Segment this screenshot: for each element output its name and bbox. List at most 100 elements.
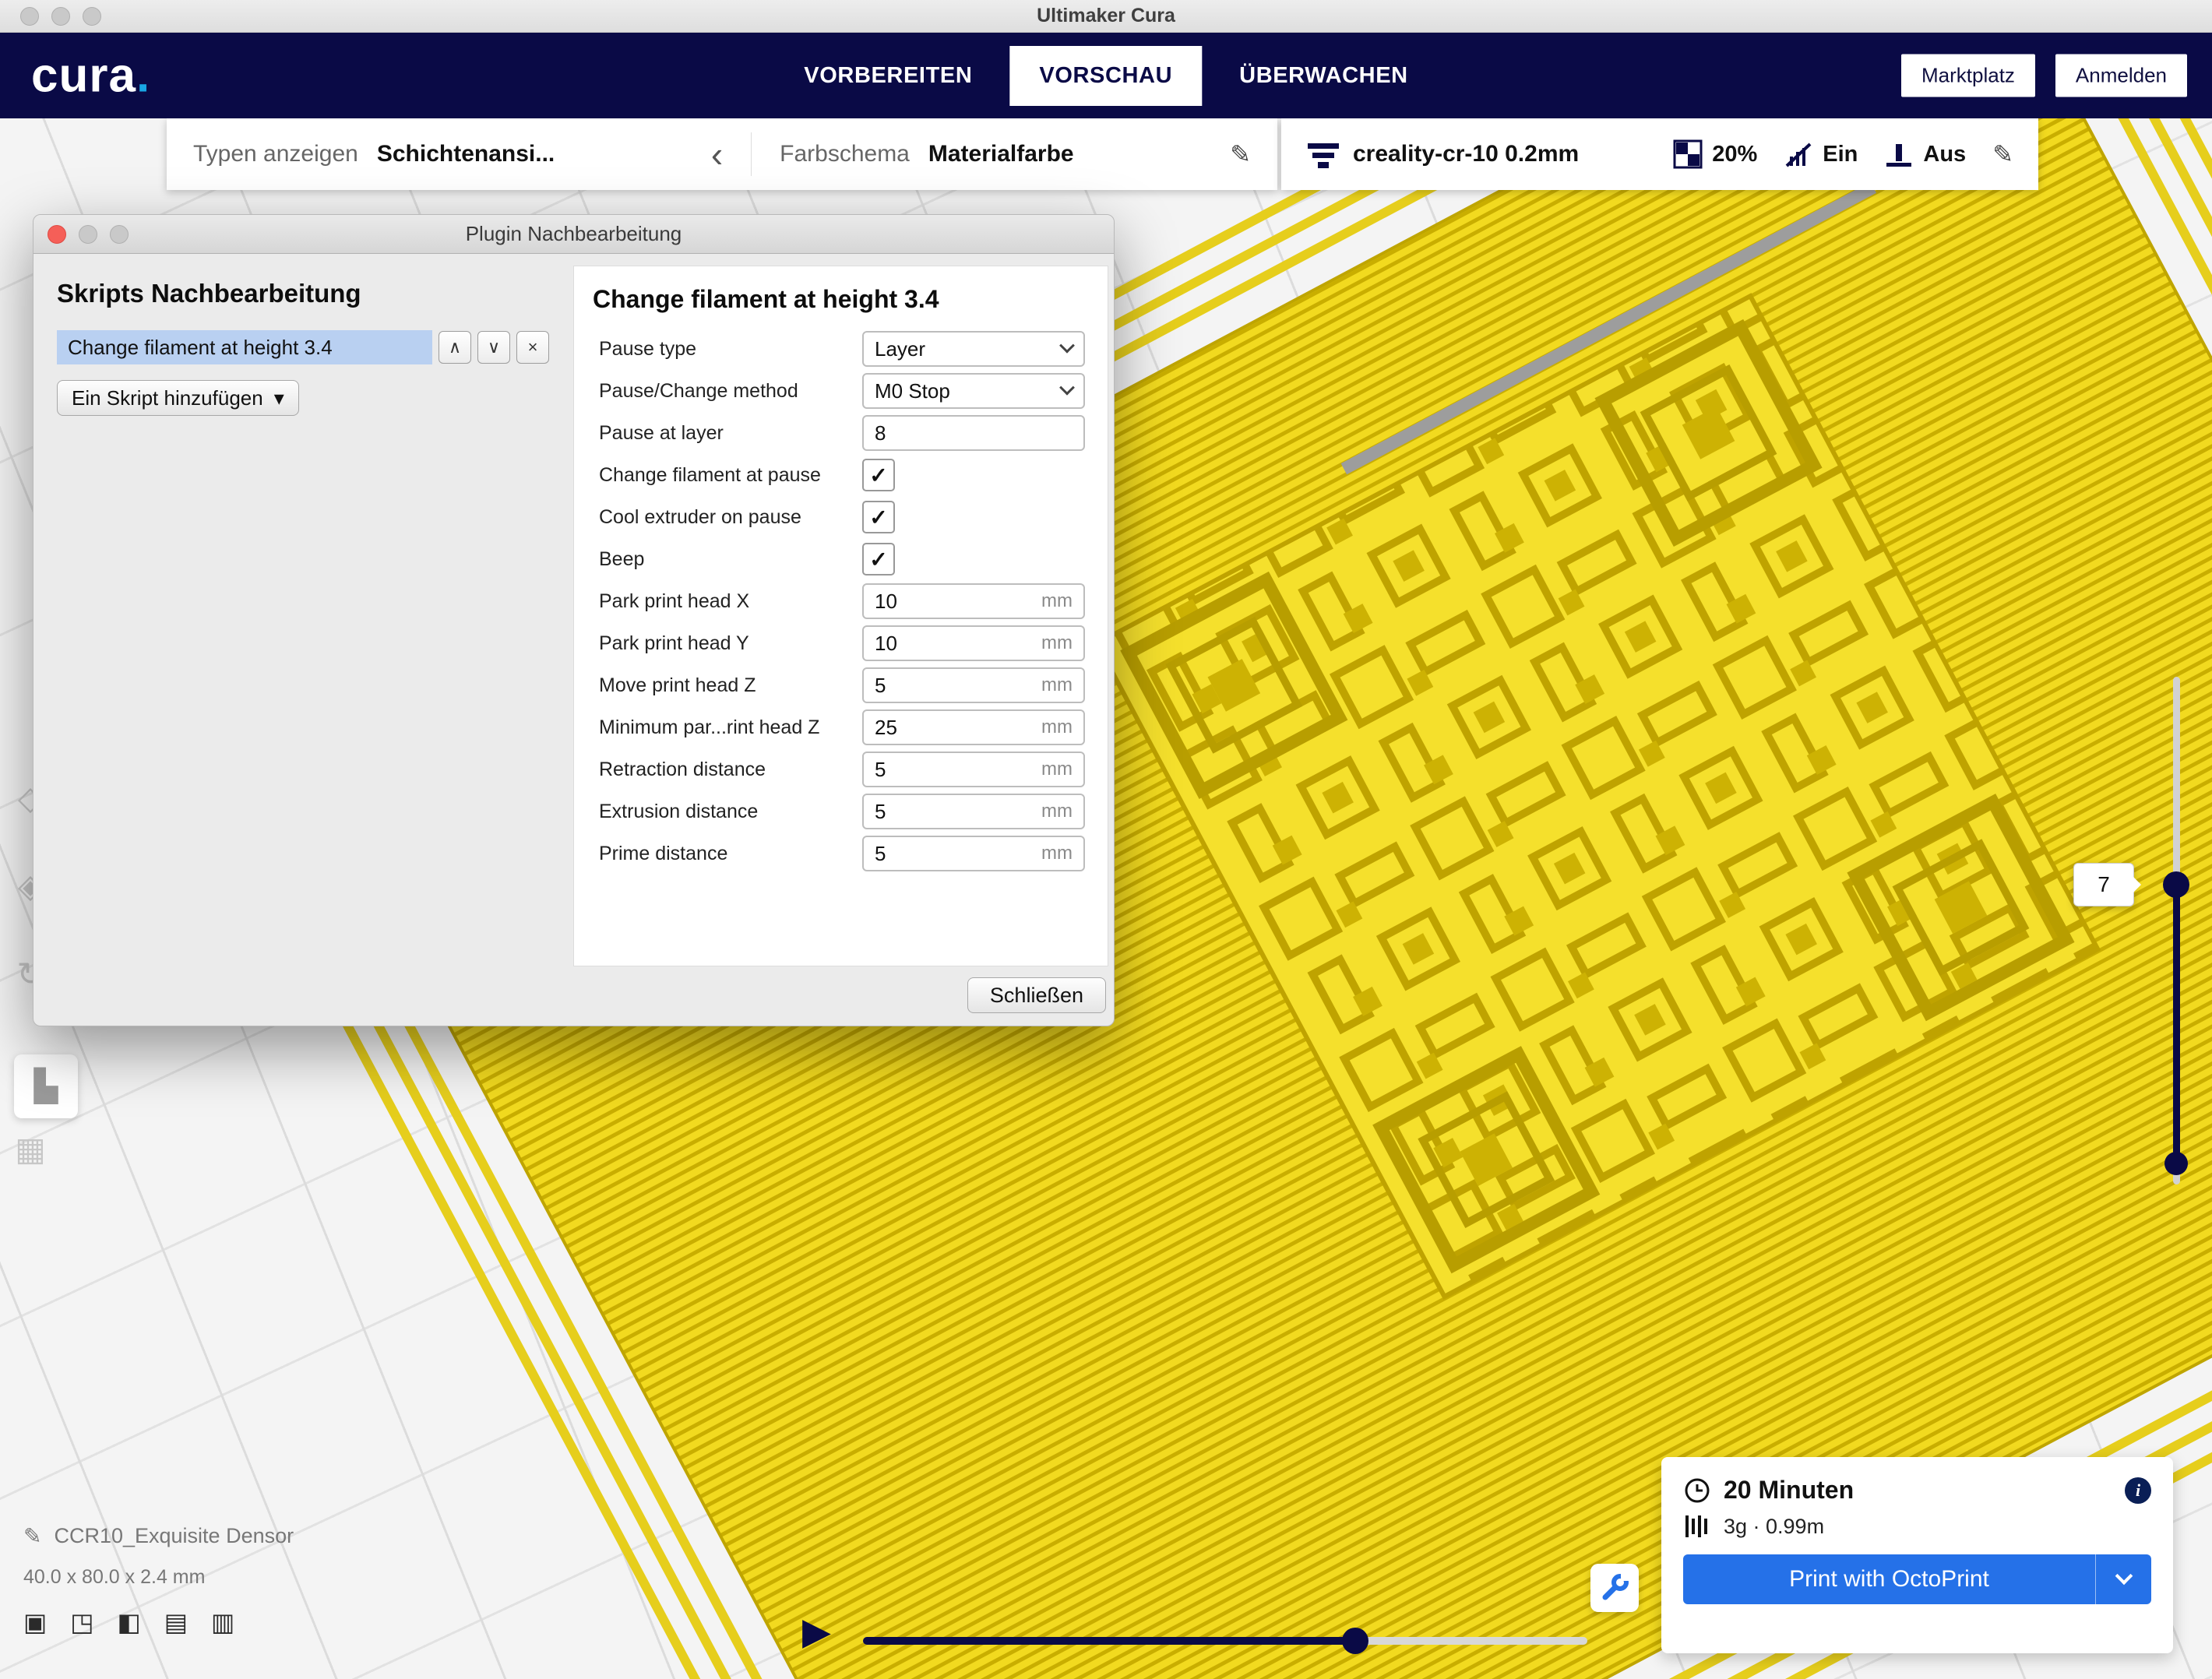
object-icon[interactable]: ▥ — [211, 1607, 234, 1637]
layer-slider-range[interactable] — [2173, 884, 2180, 1164]
field-input[interactable]: 10mm — [862, 583, 1085, 619]
field-checkbox[interactable]: ✓ — [862, 501, 895, 533]
dialog-window-controls — [48, 225, 129, 244]
tab-prepare[interactable]: VORBEREITEN — [774, 46, 1002, 106]
dialog-close-icon[interactable] — [48, 225, 66, 244]
script-settings-heading: Change filament at height 3.4 — [590, 285, 1092, 314]
minimize-window-icon[interactable] — [51, 7, 70, 26]
close-window-icon[interactable] — [20, 7, 39, 26]
tab-preview[interactable]: VORSCHAU — [1009, 46, 1202, 106]
signin-button[interactable]: Anmelden — [2055, 55, 2187, 97]
layer-slider-lower-handle[interactable] — [2164, 1152, 2188, 1175]
field-label: Park print head Y — [590, 632, 862, 655]
add-script-label: Ein Skript hinzufügen — [72, 386, 263, 410]
field-input[interactable]: 5mm — [862, 794, 1085, 829]
print-with-octoprint-button[interactable]: Print with OctoPrint — [1683, 1554, 2151, 1604]
field-label: Minimum par...rint head Z — [590, 716, 862, 739]
settings-field-row: Pause typeLayer — [590, 328, 1092, 370]
field-input[interactable]: 5 mm — [862, 667, 1085, 703]
model-name: CCR10_Exquisite Densor — [54, 1524, 294, 1548]
object-icon[interactable]: ◧ — [117, 1607, 140, 1637]
settings-field-row: Prime distance5mm — [590, 832, 1092, 875]
print-settings-card[interactable]: creality-cr-10 0.2mm 20% Ein Aus ✎ — [1281, 118, 2038, 190]
unit-label: mm — [1041, 801, 1073, 822]
logo-dot: . — [136, 49, 150, 103]
chevron-down-icon — [2115, 1567, 2133, 1585]
field-label: Pause/Change method — [590, 380, 862, 403]
close-dialog-button[interactable]: Schließen — [967, 977, 1106, 1013]
unit-label: mm — [1041, 590, 1073, 612]
settings-field-row: Move print head Z5mm — [590, 664, 1092, 706]
per-model-settings-icon[interactable]: ▦ — [15, 1130, 46, 1168]
move-script-down-button[interactable]: ∨ — [477, 331, 510, 364]
field-checkbox[interactable]: ✓ — [862, 459, 895, 491]
rename-pencil-icon[interactable]: ✎ — [23, 1523, 41, 1549]
divider — [751, 132, 752, 176]
view-type-value[interactable]: Schichtenansi... — [377, 141, 555, 167]
unit-label: mm — [1041, 674, 1073, 696]
unit-label: mm — [1041, 632, 1073, 654]
model-name-row: ✎ CCR10_Exquisite Densor — [23, 1523, 294, 1549]
play-button[interactable]: ▶ — [802, 1614, 831, 1651]
move-script-up-button[interactable]: ∧ — [439, 331, 471, 364]
field-select[interactable]: Layer — [862, 331, 1085, 367]
current-layer-badge: 7 — [2073, 863, 2134, 906]
field-input[interactable]: 10mm — [862, 625, 1085, 661]
print-job-card: 20 Minuten i 3g · 0.99m Print with OctoP… — [1661, 1457, 2173, 1653]
model-dimensions: 40.0 x 80.0 x 2.4 mm — [23, 1566, 294, 1589]
field-label: Extrusion distance — [590, 801, 862, 823]
object-icon[interactable]: ▤ — [164, 1607, 188, 1637]
edit-print-settings-icon[interactable]: ✎ — [1992, 139, 2013, 169]
layer-view-button[interactable]: ▙ — [14, 1054, 78, 1118]
adhesion-setting[interactable]: Aus — [1884, 139, 1966, 169]
field-label: Pause type — [590, 338, 862, 361]
infill-setting[interactable]: 20% — [1673, 139, 1757, 169]
stage-tabs: VORBEREITEN VORSCHAU ÜBERWACHEN — [774, 33, 1437, 118]
adjust-print-button[interactable] — [1590, 1564, 1639, 1612]
field-input[interactable]: 5 mm — [862, 836, 1085, 871]
field-input[interactable]: 5mm — [862, 752, 1085, 787]
input-value: 5 — [875, 674, 886, 698]
color-scheme-value[interactable]: Materialfarbe — [928, 141, 1074, 167]
info-icon[interactable]: i — [2125, 1477, 2151, 1504]
printer-profile-name[interactable]: creality-cr-10 0.2mm — [1353, 141, 1579, 167]
object-icon[interactable]: ▣ — [23, 1607, 47, 1637]
dialog-titlebar[interactable]: Plugin Nachbearbeitung — [33, 215, 1114, 254]
remove-script-button[interactable]: × — [516, 331, 549, 364]
unit-label: mm — [1041, 759, 1073, 780]
zoom-window-icon[interactable] — [83, 7, 101, 26]
model-info: ✎ CCR10_Exquisite Densor 40.0 x 80.0 x 2… — [23, 1523, 294, 1637]
field-input[interactable]: 8 — [862, 415, 1085, 451]
field-input[interactable]: 25mm — [862, 709, 1085, 745]
chevron-left-icon[interactable]: ‹ — [711, 136, 723, 172]
timeline-handle[interactable] — [1342, 1628, 1368, 1654]
infill-icon — [1673, 139, 1703, 169]
add-script-button[interactable]: Ein Skript hinzufügen ▾ — [57, 380, 299, 416]
object-icon[interactable]: ◳ — [70, 1607, 93, 1637]
field-select[interactable]: M0 Stop — [862, 373, 1085, 409]
layer-height-icon — [1306, 137, 1340, 171]
object-list: ▣ ◳ ◧ ▤ ▥ — [23, 1607, 294, 1637]
print-options-dropdown[interactable] — [2095, 1554, 2151, 1604]
unit-label: mm — [1041, 716, 1073, 738]
field-checkbox[interactable]: ✓ — [862, 543, 895, 576]
settings-field-row: Minimum par...rint head Z25mm — [590, 706, 1092, 748]
input-value: 8 — [875, 421, 886, 445]
dialog-minimize-icon[interactable] — [79, 225, 97, 244]
settings-field-row: Cool extruder on pause✓ — [590, 496, 1092, 538]
edit-pencil-icon[interactable]: ✎ — [1230, 139, 1251, 169]
support-setting[interactable]: Ein — [1784, 139, 1858, 169]
input-value: 5 — [875, 842, 886, 866]
field-label: Change filament at pause — [590, 464, 862, 487]
settings-field-row: Park print head Y10mm — [590, 622, 1092, 664]
dialog-zoom-icon[interactable] — [110, 225, 129, 244]
dropdown-arrow-icon: ▾ — [274, 386, 284, 410]
unit-label: mm — [1041, 843, 1073, 864]
settings-fields: Pause typeLayerPause/Change methodM0 Sto… — [590, 328, 1092, 875]
layer-slider-upper-handle[interactable] — [2163, 871, 2189, 898]
support-icon — [1784, 139, 1813, 169]
script-list-item[interactable]: Change filament at height 3.4 — [57, 330, 432, 364]
wrench-icon — [1599, 1572, 1630, 1603]
marketplace-button[interactable]: Marktplatz — [1901, 55, 2035, 97]
tab-monitor[interactable]: ÜBERWACHEN — [1210, 46, 1438, 106]
